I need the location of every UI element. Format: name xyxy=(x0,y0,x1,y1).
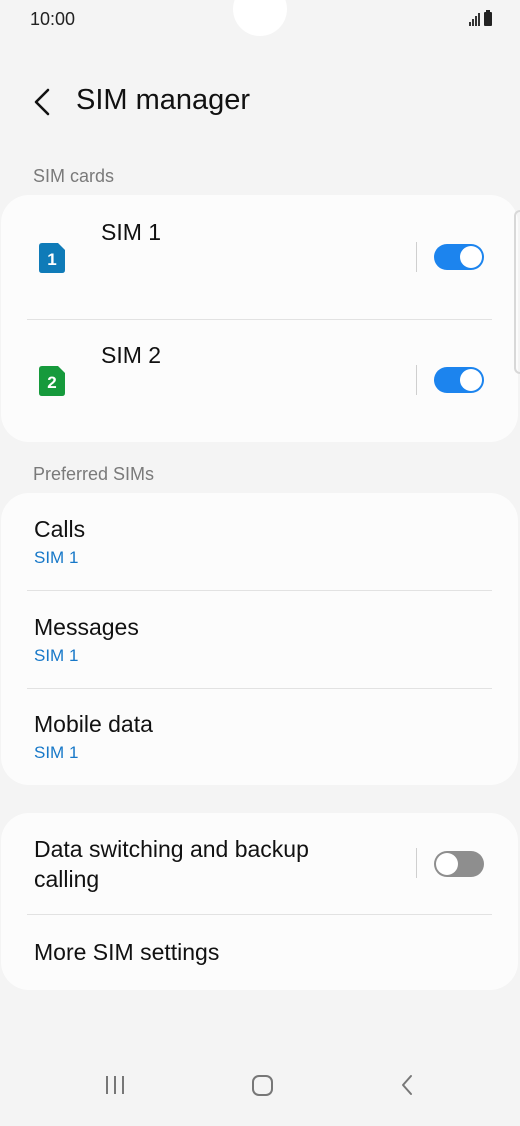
sim-2-toggle[interactable] xyxy=(434,367,484,393)
back-button[interactable] xyxy=(28,84,58,120)
status-time: 10:00 xyxy=(30,9,76,29)
sim-row-1[interactable]: 1 SIM 1 xyxy=(1,195,518,319)
battery-icon xyxy=(484,10,492,26)
toggle-knob xyxy=(436,853,458,875)
recent-apps-icon[interactable] xyxy=(106,1076,124,1094)
home-icon[interactable] xyxy=(252,1075,273,1096)
back-icon[interactable] xyxy=(400,1074,414,1096)
data-switching-label-line1: Data switching and backup xyxy=(34,836,309,862)
sim-card-1-icon: 1 xyxy=(39,243,65,273)
preferred-item-value: SIM 1 xyxy=(34,743,79,762)
vertical-separator xyxy=(416,848,417,878)
system-icons xyxy=(469,10,492,26)
toggle-knob xyxy=(460,246,482,268)
sim-name: SIM 2 xyxy=(101,342,162,368)
preferred-item-title: Messages xyxy=(34,614,139,640)
signal-icon xyxy=(469,12,480,26)
toggle-knob xyxy=(460,369,482,391)
divider xyxy=(27,688,492,689)
divider xyxy=(27,590,492,591)
more-sim-settings[interactable]: More SIM settings xyxy=(34,938,219,966)
status-bar: 10:00 xyxy=(0,0,520,40)
preferred-calls[interactable]: Calls SIM 1 xyxy=(34,515,85,569)
vertical-separator xyxy=(416,365,417,395)
sim-cards-card: 1 SIM 1 2 SIM 2 xyxy=(1,195,518,442)
preferred-sims-card: Calls SIM 1 Messages SIM 1 Mobile data S… xyxy=(1,493,518,785)
vertical-separator xyxy=(416,242,417,272)
preferred-item-value: SIM 1 xyxy=(34,548,79,567)
preferred-item-title: Mobile data xyxy=(34,711,153,737)
section-label-sim-cards: SIM cards xyxy=(33,166,115,186)
data-switching-label-line2: calling xyxy=(34,866,100,892)
svg-text:2: 2 xyxy=(47,373,56,392)
preferred-item-title: Calls xyxy=(34,516,86,542)
preferred-mobile-data[interactable]: Mobile data SIM 1 xyxy=(34,710,153,764)
navigation-bar xyxy=(0,1072,520,1116)
data-switching-row[interactable]: Data switching and backup calling xyxy=(34,835,309,893)
chevron-left-icon xyxy=(34,88,50,116)
data-switching-toggle[interactable] xyxy=(434,851,484,877)
sim-card-2-icon: 2 xyxy=(39,366,65,396)
sim-row-2[interactable]: 2 SIM 2 xyxy=(1,319,518,443)
other-settings-card: Data switching and backup calling More S… xyxy=(1,813,518,990)
section-label-preferred-sims: Preferred SIMs xyxy=(33,464,155,484)
camera-notch xyxy=(233,0,287,36)
page-title: SIM manager xyxy=(76,84,251,116)
app-header: SIM manager xyxy=(0,74,520,134)
divider xyxy=(27,914,492,915)
sim-name: SIM 1 xyxy=(101,219,162,245)
preferred-messages[interactable]: Messages SIM 1 xyxy=(34,613,139,667)
sim-1-toggle[interactable] xyxy=(434,244,484,270)
preferred-item-value: SIM 1 xyxy=(34,646,79,665)
scroll-indicator xyxy=(514,210,520,374)
svg-text:1: 1 xyxy=(47,250,56,269)
more-sim-settings-label: More SIM settings xyxy=(34,939,220,965)
